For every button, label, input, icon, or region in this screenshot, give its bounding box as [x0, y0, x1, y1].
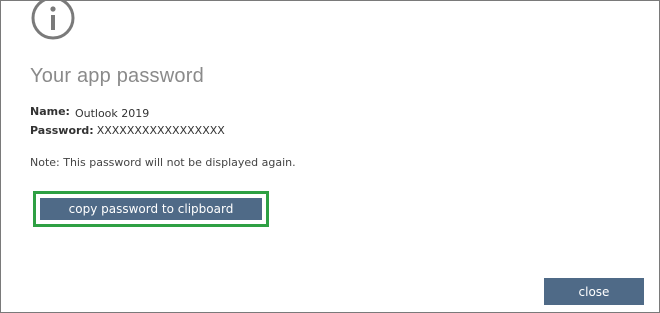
- copy-password-button[interactable]: copy password to clipboard: [40, 198, 262, 220]
- password-label: Password:: [30, 124, 94, 137]
- password-row: Password: XXXXXXXXXXXXXXXXX: [30, 124, 225, 137]
- name-row: Name: Outlook 2019: [30, 105, 150, 120]
- copy-button-highlight: copy password to clipboard: [33, 191, 269, 227]
- password-note: Note: This password will not be displaye…: [30, 156, 296, 169]
- close-button[interactable]: close: [544, 278, 644, 305]
- name-label: Name:: [30, 105, 70, 118]
- name-value: Outlook 2019: [74, 107, 150, 120]
- info-icon: [29, 1, 77, 42]
- app-password-dialog: Your app password Name: Outlook 2019 Pass…: [0, 0, 660, 313]
- password-value: XXXXXXXXXXXXXXXXX: [96, 124, 225, 137]
- dialog-title: Your app password: [30, 65, 204, 87]
